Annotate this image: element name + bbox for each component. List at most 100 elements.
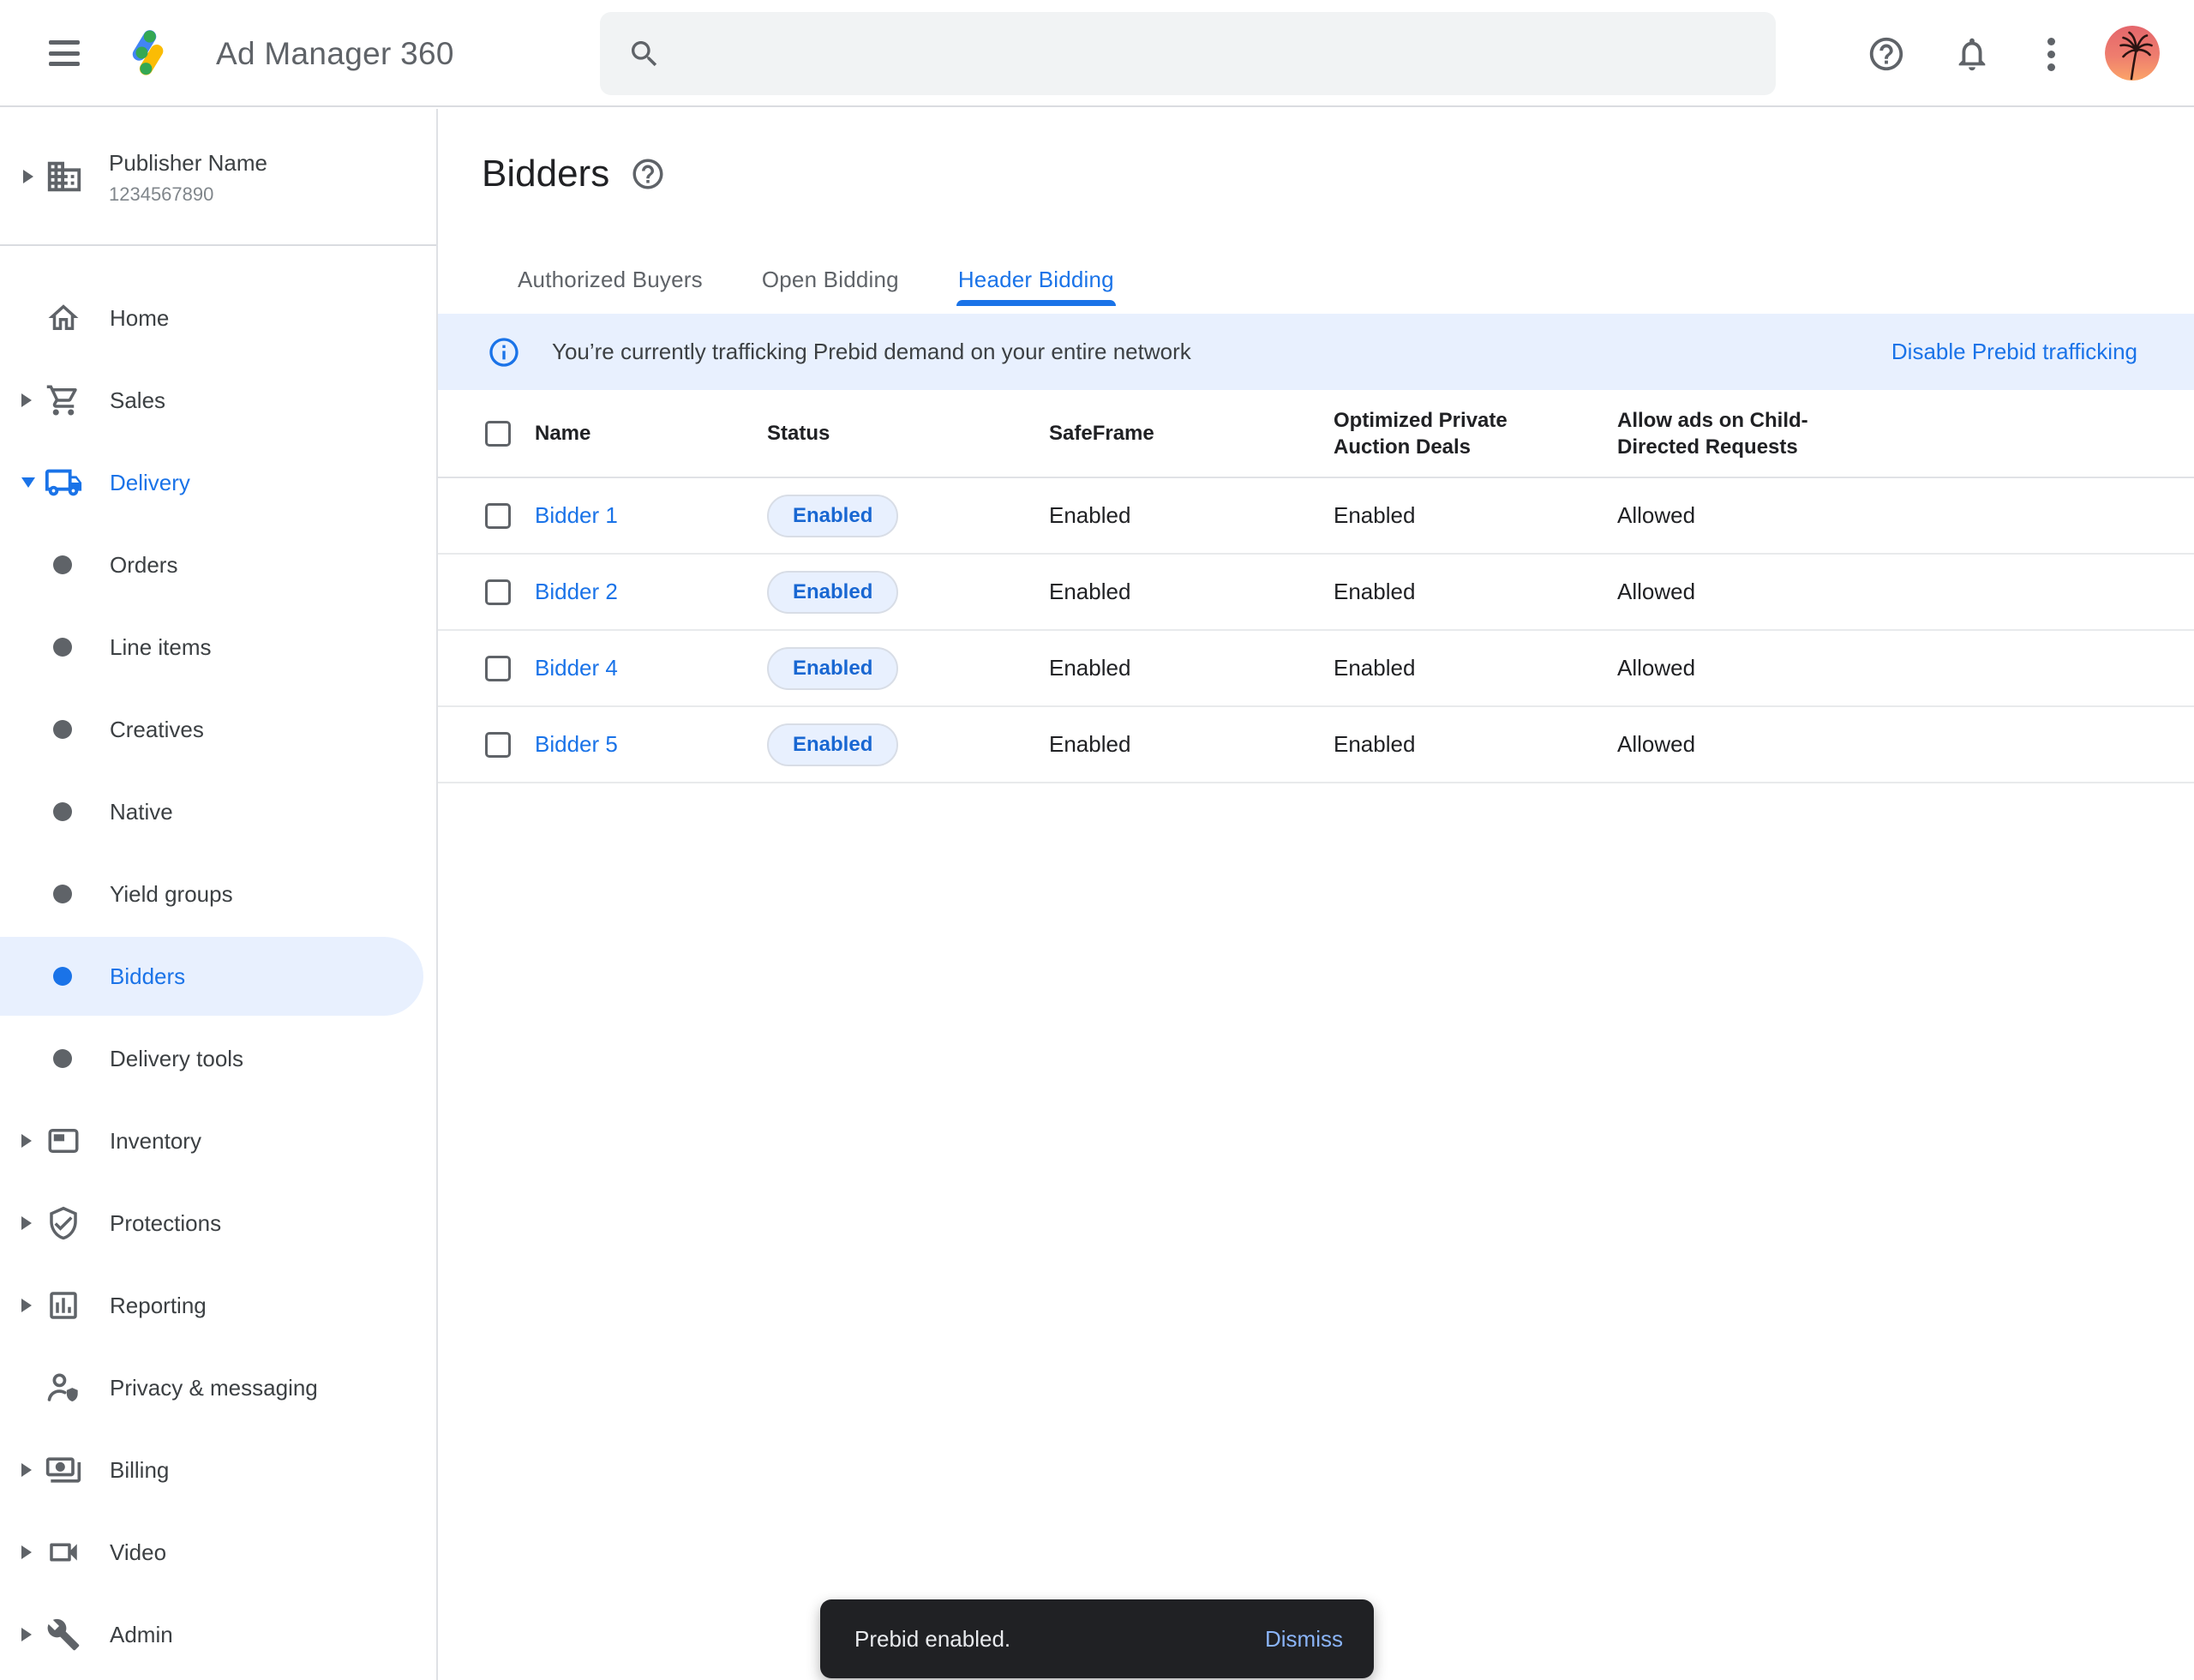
safeframe-value: Enabled — [1049, 731, 1334, 758]
bullet-icon — [53, 967, 72, 986]
sidebar-item-creatives[interactable]: Creatives — [0, 688, 436, 771]
child-directed-value: Allowed — [1617, 502, 2194, 529]
home-icon — [43, 300, 84, 336]
account-avatar[interactable] — [2105, 26, 2160, 81]
opad-value: Enabled — [1334, 502, 1617, 529]
sidebar-item-label: Billing — [110, 1457, 169, 1484]
status-badge: Enabled — [767, 723, 898, 766]
search-bar[interactable] — [600, 12, 1776, 95]
select-all-checkbox[interactable] — [485, 421, 511, 447]
help-icon[interactable] — [1867, 34, 1906, 74]
row-checkbox[interactable] — [485, 579, 511, 605]
bullet-icon — [53, 720, 72, 739]
bullet-icon — [53, 555, 72, 574]
sidebar-item-inventory[interactable]: Inventory — [0, 1100, 436, 1182]
opad-value: Enabled — [1334, 731, 1617, 758]
search-input[interactable] — [662, 12, 1776, 95]
wrench-icon — [43, 1617, 84, 1652]
expand-arrow-icon — [21, 393, 39, 407]
bidders-table: Name Status SafeFrame Optimized Private … — [438, 390, 2194, 783]
sidebar-item-label: Video — [110, 1539, 166, 1566]
app-title: Ad Manager 360 — [216, 0, 454, 107]
column-header-name: Name — [535, 420, 767, 447]
sidebar-item-label: Reporting — [110, 1293, 207, 1319]
row-checkbox[interactable] — [485, 732, 511, 758]
sidebar-item-label: Native — [110, 799, 173, 825]
sidebar-item-home[interactable]: Home — [0, 277, 436, 359]
menu-icon[interactable] — [49, 40, 80, 66]
sidebar-item-yield-groups[interactable]: Yield groups — [0, 853, 436, 935]
table-header-row: Name Status SafeFrame Optimized Private … — [438, 390, 2194, 478]
page-title: Bidders — [482, 153, 609, 195]
bidder-link[interactable]: Bidder 1 — [535, 502, 618, 528]
child-directed-value: Allowed — [1617, 579, 2194, 605]
sidebar-item-label: Inventory — [110, 1128, 201, 1155]
collapse-arrow-icon — [21, 477, 39, 488]
expand-arrow-icon — [21, 1628, 39, 1641]
sidebar-item-label: Protections — [110, 1210, 221, 1237]
table-row: Bidder 5 Enabled Enabled Enabled Allowed — [438, 707, 2194, 783]
building-icon — [45, 157, 84, 196]
ad-manager-logo-icon — [125, 27, 177, 79]
sidebar-item-label: Admin — [110, 1622, 173, 1648]
sidebar-item-label: Delivery tools — [110, 1046, 243, 1072]
help-icon[interactable] — [630, 156, 666, 192]
cart-icon — [43, 382, 84, 418]
snackbar: Prebid enabled. Dismiss — [820, 1599, 1374, 1678]
table-row: Bidder 1 Enabled Enabled Enabled Allowed — [438, 478, 2194, 555]
row-checkbox[interactable] — [485, 656, 511, 681]
bullet-icon — [53, 1049, 72, 1068]
notifications-icon[interactable] — [1952, 34, 1992, 74]
payments-icon — [43, 1451, 84, 1489]
sidebar-item-label: Yield groups — [110, 881, 233, 908]
disable-prebid-link[interactable]: Disable Prebid trafficking — [1891, 339, 2137, 365]
status-badge: Enabled — [767, 495, 898, 537]
tab-authorized-buyers[interactable]: Authorized Buyers — [516, 253, 704, 306]
sidebar-item-orders[interactable]: Orders — [0, 524, 436, 606]
bullet-icon — [53, 638, 72, 657]
bar-chart-icon — [43, 1287, 84, 1323]
sidebar-item-sales[interactable]: Sales — [0, 359, 436, 441]
sidebar-item-billing[interactable]: Billing — [0, 1429, 436, 1511]
publisher-id: 1234567890 — [109, 183, 267, 206]
bullet-icon — [53, 885, 72, 903]
dismiss-button[interactable]: Dismiss — [1265, 1626, 1343, 1653]
sidebar-item-label: Home — [110, 305, 169, 332]
status-badge: Enabled — [767, 647, 898, 690]
truck-icon — [43, 463, 84, 502]
sidebar-item-label: Privacy & messaging — [110, 1375, 318, 1401]
bidder-link[interactable]: Bidder 5 — [535, 731, 618, 757]
sidebar-item-video[interactable]: Video — [0, 1511, 436, 1593]
sidebar-item-label: Sales — [110, 387, 165, 414]
sidebar-item-label: Line items — [110, 634, 212, 661]
expand-arrow-icon — [23, 170, 33, 183]
sidebar-item-delivery[interactable]: Delivery — [0, 441, 436, 524]
safeframe-value: Enabled — [1049, 655, 1334, 681]
person-shield-icon — [43, 1369, 84, 1407]
table-row: Bidder 4 Enabled Enabled Enabled Allowed — [438, 631, 2194, 707]
info-banner: You’re currently trafficking Prebid dema… — [438, 314, 2194, 390]
sidebar-item-label: Delivery — [110, 470, 190, 496]
sidebar-item-delivery-tools[interactable]: Delivery tools — [0, 1017, 436, 1100]
sidebar-item-label: Creatives — [110, 717, 204, 743]
expand-arrow-icon — [21, 1463, 39, 1477]
tab-header-bidding[interactable]: Header Bidding — [956, 253, 1116, 306]
tab-open-bidding[interactable]: Open Bidding — [760, 253, 901, 306]
sidebar-item-reporting[interactable]: Reporting — [0, 1264, 436, 1347]
sidebar-item-native[interactable]: Native — [0, 771, 436, 853]
main-content: Bidders Authorized Buyers Open Bidding H… — [438, 109, 2194, 1680]
sidebar-item-line-items[interactable]: Line items — [0, 606, 436, 688]
column-header-status: Status — [767, 420, 1049, 447]
sidebar-item-protections[interactable]: Protections — [0, 1182, 436, 1264]
row-checkbox[interactable] — [485, 503, 511, 529]
sidebar-item-privacy-messaging[interactable]: Privacy & messaging — [0, 1347, 436, 1429]
bidder-link[interactable]: Bidder 4 — [535, 655, 618, 681]
ad-unit-icon — [43, 1123, 84, 1159]
sidebar-item-admin[interactable]: Admin — [0, 1593, 436, 1676]
publisher-account-selector[interactable]: Publisher Name 1234567890 — [0, 109, 436, 244]
tab-bar: Authorized Buyers Open Bidding Header Bi… — [516, 253, 1116, 306]
sidebar-item-bidders[interactable]: Bidders — [0, 935, 436, 1017]
more-options-icon[interactable] — [2031, 34, 2071, 74]
expand-arrow-icon — [21, 1134, 39, 1148]
bidder-link[interactable]: Bidder 2 — [535, 579, 618, 604]
